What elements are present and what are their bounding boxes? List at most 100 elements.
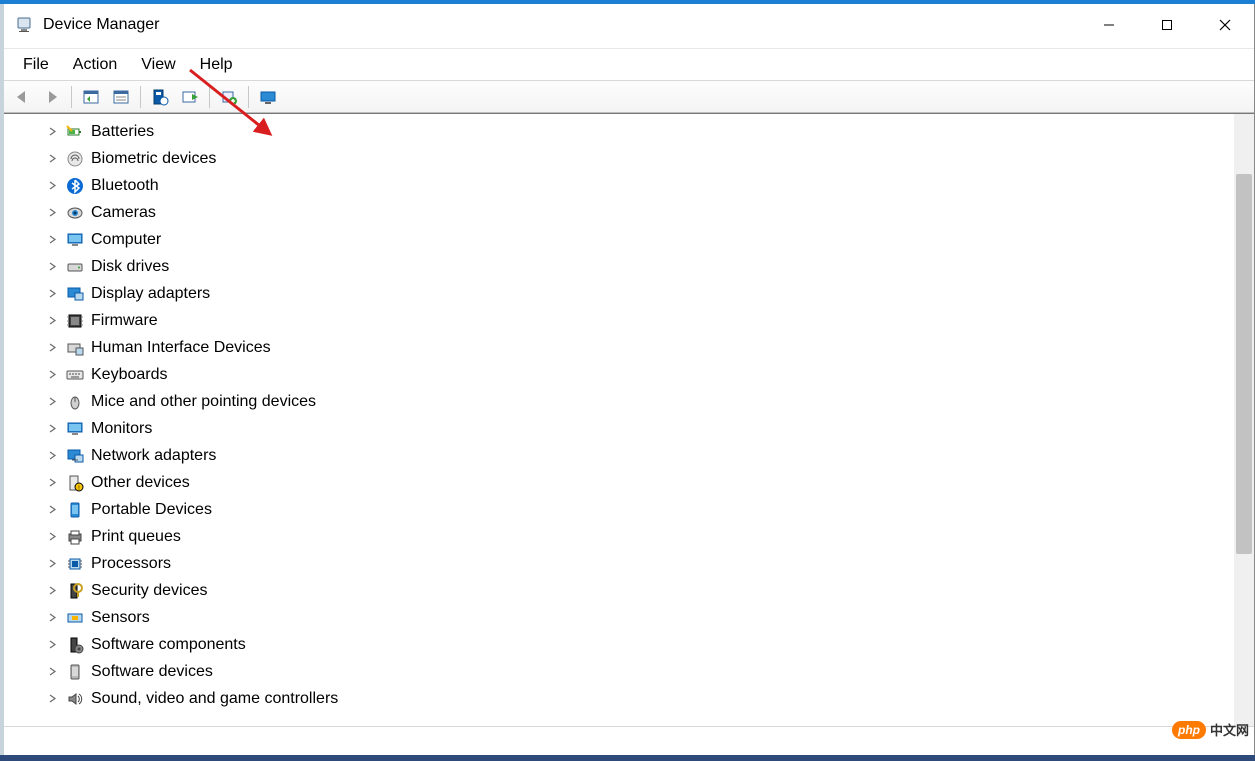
- update-driver-button[interactable]: [145, 84, 175, 110]
- back-button[interactable]: [7, 84, 37, 110]
- tree-item-label: Mice and other pointing devices: [91, 393, 316, 411]
- scan-hardware-button[interactable]: [253, 84, 283, 110]
- scrollbar[interactable]: [1234, 114, 1254, 726]
- chevron-right-icon[interactable]: [45, 667, 59, 676]
- tree-item-label: Human Interface Devices: [91, 339, 271, 357]
- device-manager-window: Device Manager File Action View Help: [0, 0, 1255, 761]
- tree-item[interactable]: Human Interface Devices: [1, 334, 1234, 361]
- tree-item[interactable]: Sensors: [1, 604, 1234, 631]
- fingerprint-icon: [65, 149, 85, 169]
- tree-item[interactable]: Keyboards: [1, 361, 1234, 388]
- tree-container: Batteries Biometric devices Bluetooth Camer…: [1, 113, 1254, 726]
- tree-item[interactable]: !Other devices: [1, 469, 1234, 496]
- tree-item-label: Keyboards: [91, 366, 168, 384]
- show-hidden-button[interactable]: [76, 84, 106, 110]
- chevron-right-icon[interactable]: [45, 397, 59, 406]
- device-tree[interactable]: Batteries Biometric devices Bluetooth Camer…: [1, 114, 1234, 726]
- chevron-right-icon[interactable]: [45, 613, 59, 622]
- chevron-right-icon[interactable]: [45, 559, 59, 568]
- chevron-right-icon[interactable]: [45, 343, 59, 352]
- tree-item-label: Batteries: [91, 123, 154, 141]
- tree-item[interactable]: Cameras: [1, 199, 1234, 226]
- other-device-icon: !: [65, 473, 85, 493]
- window-controls: [1080, 1, 1254, 48]
- properties-button[interactable]: [106, 84, 136, 110]
- network-icon: [65, 446, 85, 466]
- bluetooth-icon: [65, 176, 85, 196]
- scroll-thumb[interactable]: [1236, 174, 1252, 554]
- tree-item[interactable]: Mice and other pointing devices: [1, 388, 1234, 415]
- tree-item[interactable]: Computer: [1, 226, 1234, 253]
- chevron-right-icon[interactable]: [45, 640, 59, 649]
- tree-item[interactable]: Processors: [1, 550, 1234, 577]
- menu-view[interactable]: View: [129, 51, 187, 79]
- tree-item[interactable]: Batteries: [1, 118, 1234, 145]
- maximize-button[interactable]: [1138, 1, 1196, 48]
- tree-item[interactable]: Software devices: [1, 658, 1234, 685]
- forward-button[interactable]: [37, 84, 67, 110]
- chevron-right-icon[interactable]: [45, 478, 59, 487]
- tree-item[interactable]: Monitors: [1, 415, 1234, 442]
- tree-item[interactable]: Biometric devices: [1, 145, 1234, 172]
- chevron-right-icon[interactable]: [45, 505, 59, 514]
- monitor-icon: [65, 419, 85, 439]
- chevron-right-icon[interactable]: [45, 370, 59, 379]
- tree-item[interactable]: Network adapters: [1, 442, 1234, 469]
- chevron-right-icon[interactable]: [45, 532, 59, 541]
- tree-item[interactable]: Print queues: [1, 523, 1234, 550]
- close-button[interactable]: [1196, 1, 1254, 48]
- mouse-icon: [65, 392, 85, 412]
- tree-item[interactable]: Firmware: [1, 307, 1234, 334]
- processor-icon: [65, 554, 85, 574]
- toolbar-separator: [209, 86, 210, 108]
- capture-top-strip: [0, 0, 1255, 4]
- tree-item[interactable]: Security devices: [1, 577, 1234, 604]
- tree-item[interactable]: Portable Devices: [1, 496, 1234, 523]
- chevron-right-icon[interactable]: [45, 586, 59, 595]
- titlebar: Device Manager: [1, 1, 1254, 49]
- tree-item-label: Network adapters: [91, 447, 216, 465]
- menu-help[interactable]: Help: [188, 51, 245, 79]
- minimize-button[interactable]: [1080, 1, 1138, 48]
- tree-item-label: Bluetooth: [91, 177, 159, 195]
- tree-item[interactable]: Disk drives: [1, 253, 1234, 280]
- tree-item-label: Sound, video and game controllers: [91, 690, 338, 708]
- toolbar-separator: [140, 86, 141, 108]
- tree-item-label: Print queues: [91, 528, 181, 546]
- tree-item[interactable]: Sound, video and game controllers: [1, 685, 1234, 712]
- chevron-right-icon[interactable]: [45, 181, 59, 190]
- tree-item[interactable]: Bluetooth: [1, 172, 1234, 199]
- chevron-right-icon[interactable]: [45, 127, 59, 136]
- toolbar-separator: [71, 86, 72, 108]
- tree-item-label: Software devices: [91, 663, 213, 681]
- software-device-icon: [65, 662, 85, 682]
- sensor-icon: [65, 608, 85, 628]
- tree-item-label: Biometric devices: [91, 150, 216, 168]
- tree-item-label: Software components: [91, 636, 246, 654]
- camera-icon: [65, 203, 85, 223]
- enable-device-button[interactable]: [175, 84, 205, 110]
- chevron-right-icon[interactable]: [45, 451, 59, 460]
- printer-icon: [65, 527, 85, 547]
- chevron-right-icon[interactable]: [45, 262, 59, 271]
- display-adapter-icon: [65, 284, 85, 304]
- tree-item-label: Display adapters: [91, 285, 210, 303]
- chevron-right-icon[interactable]: [45, 694, 59, 703]
- chevron-right-icon[interactable]: [45, 208, 59, 217]
- tree-item[interactable]: Display adapters: [1, 280, 1234, 307]
- window-title: Device Manager: [43, 16, 160, 34]
- uninstall-device-button[interactable]: [214, 84, 244, 110]
- computer-icon: [65, 230, 85, 250]
- menu-file[interactable]: File: [11, 51, 61, 79]
- tree-item-label: Cameras: [91, 204, 156, 222]
- menu-action[interactable]: Action: [61, 51, 129, 79]
- chevron-right-icon[interactable]: [45, 289, 59, 298]
- chevron-right-icon[interactable]: [45, 154, 59, 163]
- tree-item[interactable]: Software components: [1, 631, 1234, 658]
- chevron-right-icon[interactable]: [45, 235, 59, 244]
- tree-item-label: Firmware: [91, 312, 158, 330]
- capture-bottom-strip: [0, 755, 1255, 761]
- chevron-right-icon[interactable]: [45, 424, 59, 433]
- tree-item-label: Portable Devices: [91, 501, 212, 519]
- chevron-right-icon[interactable]: [45, 316, 59, 325]
